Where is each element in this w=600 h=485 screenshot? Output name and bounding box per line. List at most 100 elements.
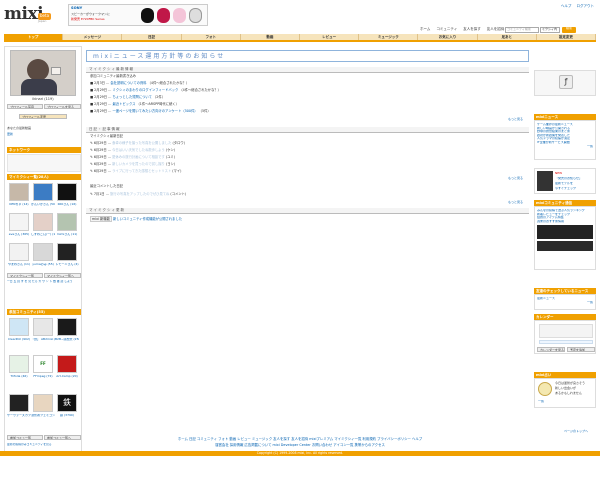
tab-photo[interactable]: フォト xyxy=(181,34,241,40)
tab-music[interactable]: ミュージック xyxy=(359,34,419,40)
tab-settings[interactable]: 設定変更 xyxy=(536,34,597,40)
edit-profile-button[interactable]: プロフィール変更 xyxy=(19,114,67,119)
review-item[interactable]: 週末のおすすめ情報 xyxy=(537,220,593,224)
row-link[interactable]: 夏休みの旅行計画について相談です xyxy=(112,155,165,159)
friends-list-button[interactable]: マイミクシィ一覧 xyxy=(7,273,43,278)
help-link[interactable]: ヘルプ xyxy=(561,4,572,8)
add-schedule-button[interactable]: 予定を追加 xyxy=(567,347,595,352)
communities-header[interactable]: 参加コミュニティ(55) xyxy=(7,309,81,315)
footer-links-2[interactable]: 運営会社 採用情報 広告掲載について mixi Developer Center… xyxy=(0,443,600,447)
friend-name[interactable]: mimiさん (11) xyxy=(55,233,79,237)
avatar[interactable] xyxy=(10,50,76,96)
review-banner-image[interactable] xyxy=(537,225,593,240)
friend-name[interactable]: やまねさん (11) xyxy=(7,263,31,267)
calendar-row[interactable] xyxy=(539,340,593,344)
ad-line[interactable]: 「発売のお知らせ」 xyxy=(555,177,582,181)
tab-diary[interactable]: 日記 xyxy=(122,34,182,40)
search-input[interactable]: コミュニティ検索 xyxy=(505,27,539,33)
calendar-view-button[interactable]: カレンダーを見る xyxy=(537,347,565,352)
more-link[interactable]: もっと見る xyxy=(508,117,523,122)
tab-video[interactable]: 動画 xyxy=(240,34,301,40)
row-link[interactable]: ライブに行ってきた感想とセットリスト xyxy=(112,169,171,173)
community-name[interactable]: 鉄 (3790) xyxy=(55,414,79,418)
community-name[interactable]: ClearPoll (902) xyxy=(7,338,31,342)
row-link[interactable]: ちょっとした質問について xyxy=(112,95,151,99)
community-thumb[interactable] xyxy=(9,318,29,336)
row-link[interactable]: 食卓の様子を撮った写真を公開しました xyxy=(112,141,171,145)
friend-name[interactable]: KIKIさん (16) xyxy=(55,203,79,207)
friend-name[interactable]: KENちゃ (14) xyxy=(7,203,31,207)
kanji-tetsu-icon[interactable]: 鉄 xyxy=(57,394,77,412)
row-link[interactable]: 旅行の写真をアップしたのでぜひ見てね xyxy=(110,192,169,196)
row-link[interactable]: 今日はいい天気でしたね散歩しよう xyxy=(112,148,165,152)
fortune-more-link[interactable]: 一覧 xyxy=(538,400,544,404)
ad-line[interactable]: 今すぐチェック xyxy=(555,187,576,191)
community-name[interactable]: Trifolia (46) xyxy=(7,375,31,379)
friend-name[interactable]: eveさん (365) xyxy=(7,233,31,237)
tab-footprints[interactable]: 足あと xyxy=(477,34,537,40)
community-name[interactable]: 「食」 AB2mixi (27) xyxy=(31,338,55,342)
row-link[interactable]: 会社説明についての資料 xyxy=(110,81,146,85)
notice-title-box[interactable]: mixiニュース運用方針等のお知らせ xyxy=(86,50,529,62)
friend-thumb[interactable] xyxy=(57,213,77,231)
tab-message[interactable]: メッセージ xyxy=(63,34,123,40)
row-link[interactable]: 一度ページを開いてみたい方向けのアンケート（500件） xyxy=(112,109,197,113)
profile-photo-button[interactable]: プロフィール写真 xyxy=(7,104,43,109)
ad-banner[interactable]: SONY スピーカーがウォークマンに 新発売 E720FBK Series xyxy=(68,4,208,26)
home-link[interactable]: ホーム xyxy=(420,27,430,31)
more-link[interactable]: もっと見る xyxy=(508,176,523,181)
community-thumb[interactable] xyxy=(9,355,29,373)
find-friends-link[interactable]: 友人を探す xyxy=(463,27,481,31)
community-name[interactable]: サーヴァーズカフェ (351) xyxy=(7,414,31,418)
friend-name[interactable]: かんいかさん (50) xyxy=(31,203,55,207)
friend-thumb[interactable] xyxy=(9,213,29,231)
invite-friends-link[interactable]: 友人を招待 xyxy=(487,27,505,31)
search-scope-select[interactable]: ミクシィ内 xyxy=(540,27,560,33)
tab-top[interactable]: トップ xyxy=(4,34,64,40)
community-thumb[interactable] xyxy=(57,355,77,373)
footer-links[interactable]: ホーム 日記 コミュニティ フォト 動画 レビュー ミュージック 友人を探す 友… xyxy=(0,437,600,441)
tab-favorites[interactable]: お気に入り xyxy=(418,34,478,40)
ad-line[interactable]: 最新モデルを xyxy=(555,182,573,186)
more-link[interactable]: もっと見る xyxy=(508,200,523,205)
community-thumb[interactable] xyxy=(33,394,53,412)
community-name[interactable]: 潜伏者フェミコンファ (21) xyxy=(31,414,55,418)
update-link[interactable]: 更新 xyxy=(7,132,13,137)
news-more-link[interactable]: 一覧 xyxy=(537,145,593,149)
community-link[interactable]: コミュニティ xyxy=(436,27,457,31)
friend-name[interactable]: yumaのみ (55) xyxy=(31,263,55,267)
friend-thumb[interactable] xyxy=(33,213,53,231)
friend-thumb[interactable] xyxy=(9,183,29,201)
community-thumb[interactable] xyxy=(33,318,53,336)
friend-thumb[interactable] xyxy=(9,243,29,261)
ffmpeg-logo[interactable]: FF xyxy=(33,355,53,373)
friend-name[interactable]: しずねこ(ぷー) (100) xyxy=(31,233,55,237)
friend-thumb[interactable] xyxy=(57,183,77,201)
search-button[interactable]: 検索 xyxy=(562,26,576,33)
community-name[interactable]: B2B~感想文 (2500) xyxy=(55,338,79,342)
friends-more-link[interactable]: 一日 五 頁 す を 見 たら カ ウ ン ト 数 確 認 しよう xyxy=(7,280,81,283)
row-link[interactable]: 新しいコミュニティ作成機能が公開されました xyxy=(113,217,182,221)
community-thumb[interactable] xyxy=(9,394,29,412)
calendar-grid[interactable] xyxy=(539,324,593,338)
music-item[interactable]: 一覧 xyxy=(537,301,593,305)
row-link[interactable]: 最近トピックス xyxy=(112,102,135,106)
row-link[interactable]: 新しいカメラを買ったので試し撮り xyxy=(112,162,165,166)
community-name[interactable]: Art-Camp (20) xyxy=(55,375,79,379)
community-name[interactable]: FFmpeg (72) xyxy=(31,375,55,379)
page-top-link[interactable]: ページのトップへ xyxy=(564,429,588,434)
community-thumb[interactable] xyxy=(57,318,77,336)
friends-list-more-button[interactable]: マイミクシィ一覧へ xyxy=(44,273,81,278)
friend-thumb[interactable] xyxy=(33,183,53,201)
notice-title[interactable]: mixiニュース運用方針等のお知らせ xyxy=(93,53,225,60)
friend-name[interactable]: トモーニさん (4) xyxy=(55,263,79,267)
friend-thumb[interactable] xyxy=(57,243,77,261)
logout-link[interactable]: ログアウト xyxy=(577,4,595,8)
row-link[interactable]: ミクシィのまわりのログインフィードバック xyxy=(112,88,178,92)
friend-thumb[interactable] xyxy=(33,243,53,261)
friends-header[interactable]: マイミクシィ一覧(28人) xyxy=(7,174,81,180)
review-banner-image[interactable] xyxy=(537,241,593,252)
ad-box[interactable]: NEW 「発売のお知らせ」 最新モデルを 今すぐチェック xyxy=(534,168,596,194)
view-profile-button[interactable]: プロフィールを見る xyxy=(44,104,81,109)
tab-review[interactable]: レビュー xyxy=(300,34,360,40)
